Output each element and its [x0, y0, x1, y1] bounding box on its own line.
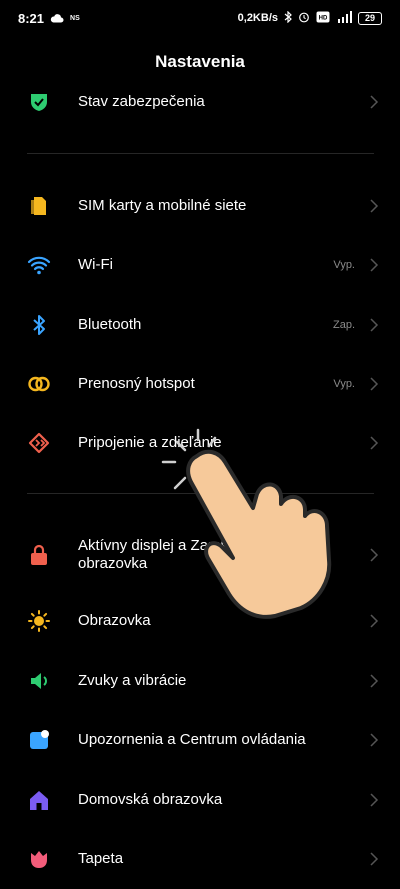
tap-gesture-hand-icon [161, 428, 332, 619]
home-icon [27, 788, 51, 812]
divider [27, 153, 374, 154]
chevron-right-icon [370, 95, 379, 109]
cloud-icon [50, 11, 64, 26]
chevron-right-icon [370, 318, 379, 332]
chevron-right-icon [370, 614, 379, 628]
page-title: Nastavenia [155, 52, 245, 71]
chevron-right-icon [370, 258, 379, 272]
settings-item-label: Zvuky a vibrácie [78, 672, 187, 689]
settings-item-sim-cards[interactable]: SIM karty a mobilné siete [0, 181, 400, 231]
settings-item-label: Upozornenia a Centrum ovládania [78, 731, 306, 748]
settings-item-notifications[interactable]: Upozornenia a Centrum ovládania [0, 715, 400, 765]
settings-item-label: Bluetooth [78, 316, 142, 333]
sun-icon [27, 609, 51, 633]
settings-item-hotspot[interactable]: Prenosný hotspot Vyp. [0, 359, 400, 409]
chevron-right-icon [370, 733, 379, 747]
wallpaper-icon [27, 847, 51, 871]
settings-item-bluetooth[interactable]: Bluetooth Zap. [0, 300, 400, 350]
settings-item-value: Zap. [332, 319, 355, 331]
chevron-right-icon [370, 852, 379, 866]
status-ns: NS [70, 14, 80, 22]
chevron-right-icon [370, 377, 379, 391]
chevron-right-icon [370, 793, 379, 807]
settings-item-value: Vyp. [333, 259, 355, 271]
settings-item-security-status[interactable]: Stav zabezpečenia [0, 77, 400, 127]
bluetooth-icon [27, 313, 51, 337]
status-time: 8:21 [18, 10, 45, 26]
signal-icon [336, 10, 352, 26]
settings-item-label: Stav zabezpečenia [78, 93, 205, 110]
settings-item-wifi[interactable]: Wi-Fi Vyp. [0, 240, 400, 290]
network-speed: 0,2KB/s [237, 12, 278, 24]
settings-item-sound[interactable]: Zvuky a vibrácie [0, 656, 400, 706]
settings-item-wallpaper[interactable]: Tapeta [0, 834, 400, 884]
settings-item-label: Wi-Fi [78, 256, 113, 273]
settings-item-value: Vyp. [333, 378, 355, 390]
hotspot-icon [27, 372, 51, 396]
settings-item-label: Tapeta [78, 850, 124, 867]
alarm-icon [298, 11, 310, 26]
volte-icon: HD [316, 11, 330, 26]
status-bar: 8:21 NS 0,2KB/s HD 29 [0, 0, 400, 36]
battery-indicator: 29 [358, 11, 382, 25]
lock-icon [27, 543, 51, 567]
wifi-icon [27, 253, 51, 277]
notification-icon [27, 728, 51, 752]
settings-item-label: Prenosný hotspot [78, 375, 195, 392]
chevron-right-icon [370, 199, 379, 213]
svg-text:HD: HD [319, 15, 328, 21]
settings-item-label: SIM karty a mobilné siete [78, 197, 247, 214]
chevron-right-icon [370, 674, 379, 688]
settings-item-label: Domovská obrazovka [78, 791, 223, 808]
bluetooth-icon [284, 10, 292, 26]
chevron-right-icon [370, 436, 379, 450]
speaker-icon [27, 669, 51, 693]
settings-item-label: Obrazovka [78, 612, 151, 629]
settings-item-home-screen[interactable]: Domovská obrazovka [0, 775, 400, 825]
shield-icon [27, 90, 51, 114]
connection-sharing-icon [27, 431, 51, 455]
sim-icon [27, 194, 51, 218]
chevron-right-icon [370, 548, 379, 562]
